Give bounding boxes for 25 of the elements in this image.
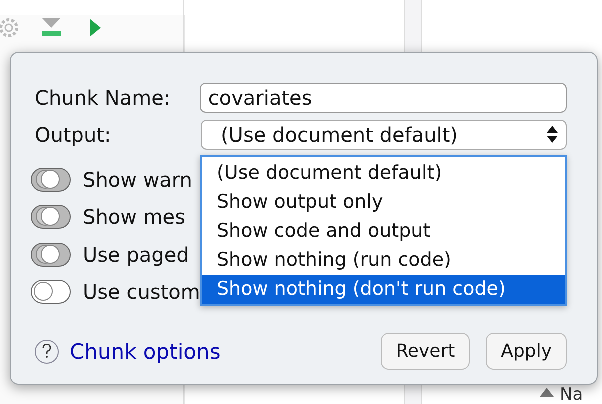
field-label: Chunk Name: xyxy=(35,86,172,110)
dropdown-option[interactable]: Show nothing (run code) xyxy=(202,246,565,275)
chunk-options-link[interactable]: Chunk options xyxy=(70,340,221,364)
dropdown-option[interactable]: Show output only xyxy=(202,188,565,217)
option-label: Show warn xyxy=(83,168,192,192)
revert-button[interactable]: Revert xyxy=(381,333,470,370)
dropdown-option[interactable]: Show code and output xyxy=(202,217,565,246)
updown-icon xyxy=(547,126,558,143)
option-label: Use custom xyxy=(83,280,200,304)
sort-arrow-icon xyxy=(540,388,554,397)
play-icon[interactable] xyxy=(90,19,101,37)
apply-button[interactable]: Apply xyxy=(486,333,567,370)
option-label: Show mes xyxy=(83,205,186,230)
option-label: Use paged xyxy=(83,242,190,267)
toggle-switch[interactable] xyxy=(31,280,71,304)
column-header[interactable]: Na xyxy=(560,386,584,404)
toggle-switch[interactable] xyxy=(31,168,71,192)
dropdown-option[interactable]: Show nothing (don't run code) xyxy=(202,275,565,304)
toggle-switch[interactable] xyxy=(31,205,71,230)
toggle-switch[interactable] xyxy=(31,242,71,267)
output-dropdown[interactable]: (Use document default) xyxy=(201,120,567,150)
dropdown-option[interactable]: (Use document default) xyxy=(202,159,565,188)
chunk-name-field[interactable]: covariates xyxy=(200,82,567,112)
field-label: Output: xyxy=(35,122,112,146)
help-icon[interactable] xyxy=(35,340,59,364)
